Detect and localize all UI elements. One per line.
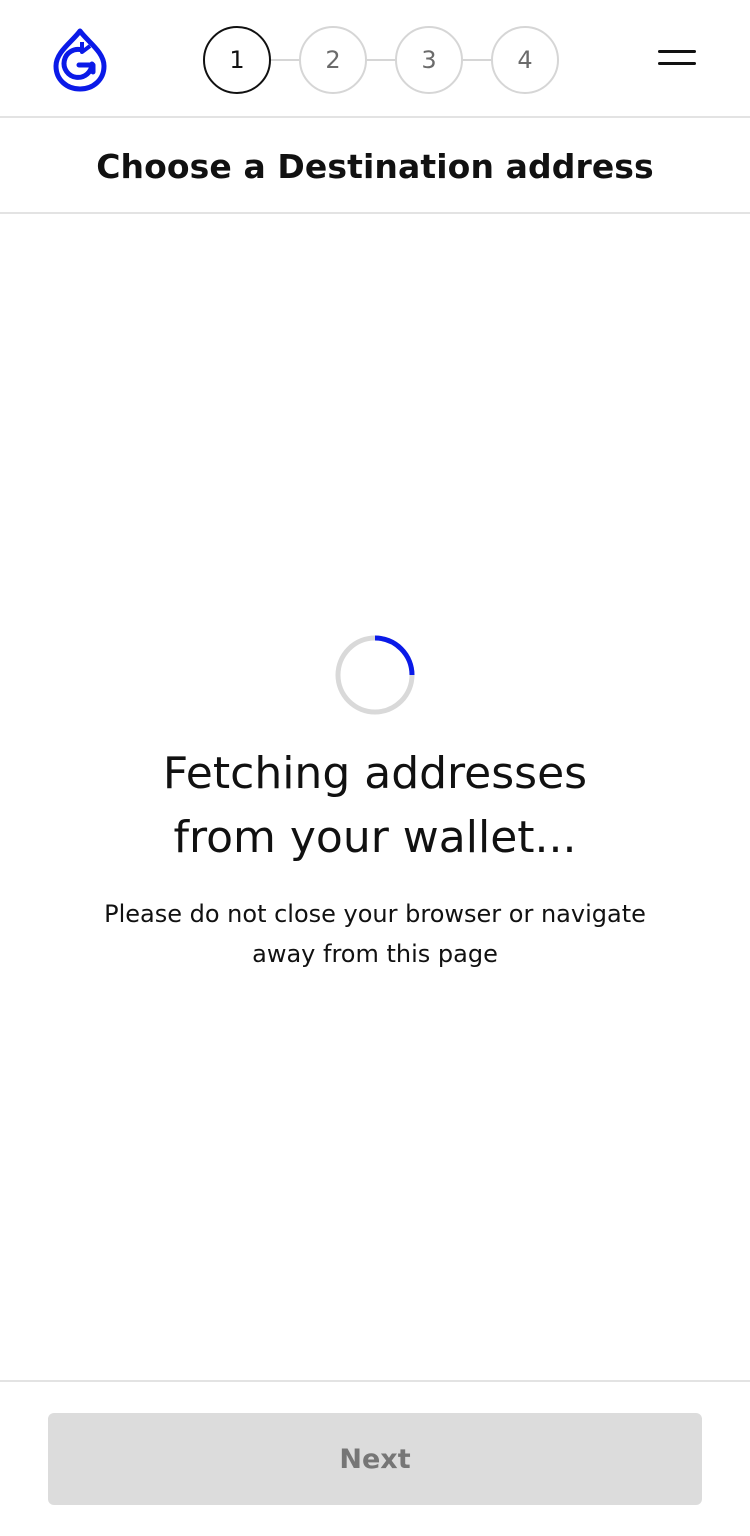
step-4: 4 — [491, 26, 559, 94]
loading-state: Fetching addresses from your wallet... P… — [0, 634, 750, 974]
footer: Next — [0, 1380, 750, 1536]
loading-heading-line-1: Fetching addresses — [162, 748, 588, 799]
step-connector — [463, 59, 491, 61]
step-1: 1 — [203, 26, 271, 94]
page-title: Choose a Destination address — [96, 146, 654, 186]
title-bar: Choose a Destination address — [0, 120, 750, 214]
loading-subtext: Please do not close your browser or navi… — [104, 900, 646, 968]
next-button[interactable]: Next — [48, 1413, 702, 1505]
step-connector — [367, 59, 395, 61]
menu-bar-bottom — [658, 62, 696, 65]
loading-spinner-icon — [335, 635, 415, 715]
top-header: 1 2 3 4 — [0, 0, 750, 118]
step-2-label: 2 — [325, 46, 341, 74]
step-connector — [271, 59, 299, 61]
step-2: 2 — [299, 26, 367, 94]
page: 1 2 3 4 Choose a Destination address Fet… — [0, 0, 750, 1536]
step-3: 3 — [395, 26, 463, 94]
drop-g-logo-icon[interactable] — [52, 28, 108, 92]
hamburger-menu-icon[interactable] — [658, 46, 696, 74]
step-3-label: 3 — [421, 46, 437, 74]
progress-stepper: 1 2 3 4 — [203, 24, 559, 96]
menu-bar-top — [658, 50, 696, 53]
loading-heading-line-2: from your wallet... — [173, 812, 577, 863]
loading-heading: Fetching addresses from your wallet... — [75, 742, 675, 870]
step-1-label: 1 — [229, 46, 245, 74]
step-4-label: 4 — [517, 46, 533, 74]
